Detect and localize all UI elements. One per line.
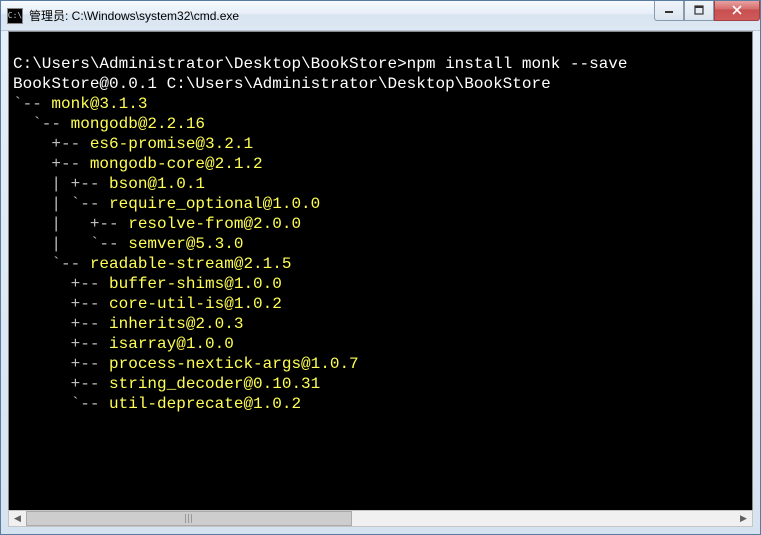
pkg-require-optional: require_optional@1.0.0: [109, 195, 320, 213]
tree-row: +-- buffer-shims@1.0.0: [13, 275, 282, 293]
tree-branch: +--: [13, 295, 109, 313]
scroll-right-button[interactable]: ▶: [735, 511, 752, 526]
tree-row: +-- mongodb-core@2.1.2: [13, 155, 263, 173]
tree-row: | +-- bson@1.0.1: [13, 175, 205, 193]
tree-branch: +--: [13, 335, 109, 353]
command-text: npm install monk --save: [407, 55, 628, 73]
minimize-button[interactable]: [654, 1, 684, 21]
tree-row: `-- readable-stream@2.1.5: [13, 255, 291, 273]
pkg-process-nextick-args: process-nextick-args@1.0.7: [109, 355, 359, 373]
pkg-es6-promise: es6-promise@3.2.1: [90, 135, 253, 153]
titlebar[interactable]: C:\ 管理员: C:\Windows\system32\cmd.exe: [1, 1, 760, 31]
prompt-path: C:\Users\Administrator\Desktop\BookStore…: [13, 55, 407, 73]
tree-row: +-- isarray@1.0.0: [13, 335, 234, 353]
tree-row: | `-- semver@5.3.0: [13, 235, 243, 253]
scroll-left-button[interactable]: ◀: [9, 511, 26, 526]
tree-branch: | `--: [13, 235, 128, 253]
cmd-icon: C:\: [7, 8, 23, 24]
pkg-resolve-from: resolve-from@2.0.0: [128, 215, 301, 233]
tree-row: +-- string_decoder@0.10.31: [13, 375, 320, 393]
pkg-util-deprecate: util-deprecate@1.0.2: [109, 395, 301, 413]
tree-row: `-- util-deprecate@1.0.2: [13, 395, 301, 413]
pkg-buffer-shims: buffer-shims@1.0.0: [109, 275, 282, 293]
pkg-core-util-is: core-util-is@1.0.2: [109, 295, 282, 313]
tree-row: +-- inherits@2.0.3: [13, 315, 243, 333]
window-controls: [654, 1, 760, 21]
horizontal-scrollbar[interactable]: ◀ ▶: [8, 510, 753, 527]
tree-row: +-- core-util-is@1.0.2: [13, 295, 282, 313]
tree-branch: `--: [13, 395, 109, 413]
tree-branch: +--: [13, 315, 109, 333]
pkg-bson: bson@1.0.1: [109, 175, 205, 193]
content-area: C:\Users\Administrator\Desktop\BookStore…: [8, 31, 753, 527]
tree-row: +-- es6-promise@3.2.1: [13, 135, 253, 153]
tree-branch: +--: [13, 375, 109, 393]
pkg-mongodb-core: mongodb-core@2.1.2: [90, 155, 263, 173]
cmd-window: C:\ 管理员: C:\Windows\system32\cmd.exe C:\…: [0, 0, 761, 535]
tree-row: | `-- require_optional@1.0.0: [13, 195, 320, 213]
tree-row: `-- mongodb@2.2.16: [13, 115, 205, 133]
pkg-mongodb: mongodb@2.2.16: [71, 115, 205, 133]
terminal[interactable]: C:\Users\Administrator\Desktop\BookStore…: [8, 31, 753, 510]
tree-branch: +--: [13, 155, 90, 173]
tree-branch: +--: [13, 135, 90, 153]
tree-branch: | `--: [13, 195, 109, 213]
tree-row: `-- monk@3.1.3: [13, 95, 147, 113]
tree-branch: `--: [13, 95, 51, 113]
tree-branch: | +--: [13, 175, 109, 193]
tree-branch: | +--: [13, 215, 128, 233]
tree-branch: +--: [13, 355, 109, 373]
maximize-button[interactable]: [684, 1, 714, 21]
pkg-monk: monk@3.1.3: [51, 95, 147, 113]
pkg-readable-stream: readable-stream@2.1.5: [90, 255, 292, 273]
scroll-track[interactable]: [26, 511, 735, 526]
scroll-thumb[interactable]: [26, 511, 352, 526]
grip-icon: [185, 514, 194, 523]
tree-row: | +-- resolve-from@2.0.0: [13, 215, 301, 233]
tree-row: +-- process-nextick-args@1.0.7: [13, 355, 359, 373]
pkg-string-decoder: string_decoder@0.10.31: [109, 375, 320, 393]
prompt-line: C:\Users\Administrator\Desktop\BookStore…: [13, 55, 628, 73]
pkg-semver: semver@5.3.0: [128, 235, 243, 253]
tree-branch: +--: [13, 275, 109, 293]
terminal-output: C:\Users\Administrator\Desktop\BookStore…: [9, 32, 752, 416]
pkg-isarray: isarray@1.0.0: [109, 335, 234, 353]
pkg-inherits: inherits@2.0.3: [109, 315, 243, 333]
tree-branch: `--: [13, 255, 90, 273]
window-title: 管理员: C:\Windows\system32\cmd.exe: [29, 7, 654, 24]
tree-branch: `--: [13, 115, 71, 133]
close-button[interactable]: [714, 1, 760, 21]
output-line: BookStore@0.0.1 C:\Users\Administrator\D…: [13, 75, 551, 93]
